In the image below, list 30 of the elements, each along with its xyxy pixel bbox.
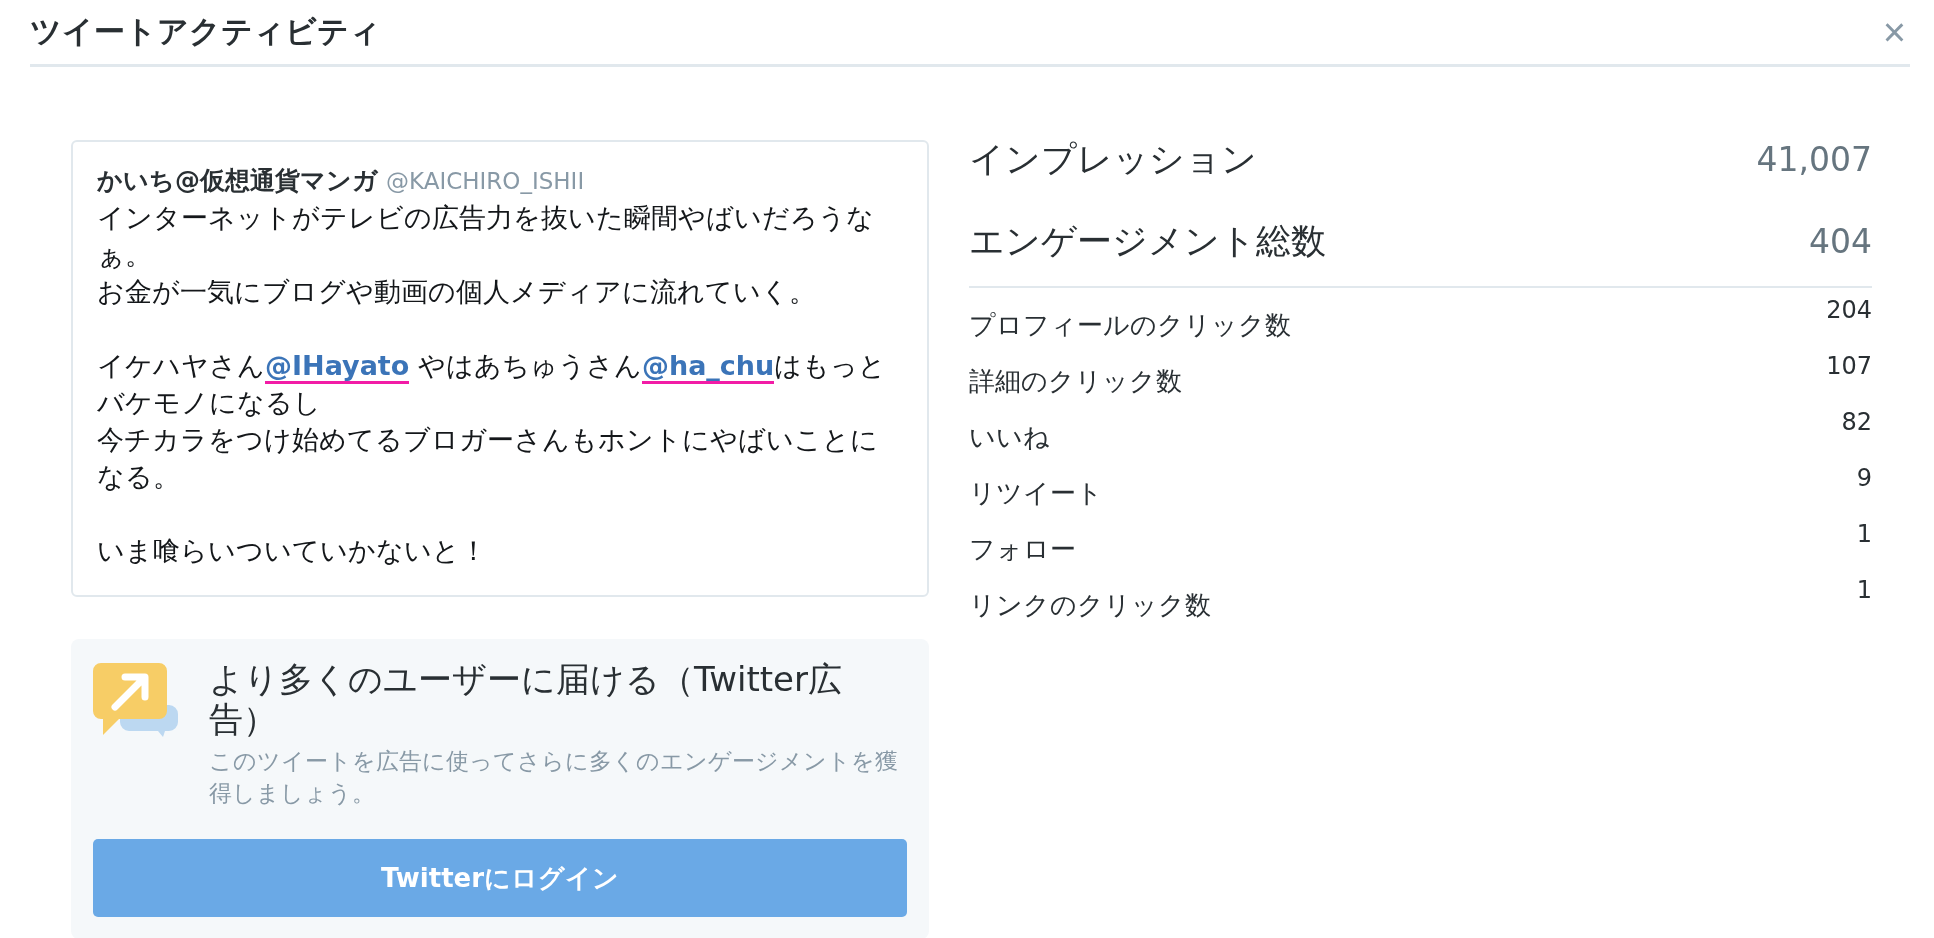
metric-value: 204 — [1826, 296, 1872, 324]
metric-value: 1 — [1856, 576, 1872, 604]
metric-label: プロフィールのクリック数 — [969, 309, 1291, 342]
metric-value: 9 — [1856, 464, 1872, 492]
author-handle[interactable]: @KAICHIRO_ISHII — [386, 168, 585, 194]
metric-value: 82 — [1841, 408, 1872, 436]
metric-label: いいね — [969, 421, 1050, 454]
metric-value: 404 — [1809, 221, 1872, 261]
metric-value: 107 — [1826, 352, 1872, 380]
tweet-text: イケハヤさん@IHayato やはあちゅうさん@ha_chuはもっとバケモノになるし — [97, 349, 888, 420]
promo-description: このツイートを広告に使ってさらに多くのエンゲージメントを獲得しましょう。 — [209, 747, 899, 808]
metric-label: 詳細のクリック数 — [969, 365, 1182, 398]
metric-label: エンゲージメント総数 — [969, 219, 1326, 263]
metric-label: フォロー — [969, 533, 1076, 566]
mention-link[interactable]: @IHayato — [265, 350, 410, 384]
metric-label: リツイート — [969, 477, 1103, 510]
metric-value: 41,007 — [1756, 139, 1872, 179]
login-button[interactable]: Twitterにログイン — [93, 839, 907, 917]
close-button[interactable]: × — [1878, 12, 1910, 52]
author-name[interactable]: かいち@仮想通貨マンガ — [97, 164, 378, 197]
tweet-text: いま喰らいついていかないと！ — [97, 534, 488, 568]
metric-label: リンクのクリック数 — [969, 589, 1211, 622]
tweet-text: お金が一気にブログや動画の個人メディアに流れていく。 — [97, 275, 817, 309]
promo-title: より多くのユーザーに届ける（Twitter広告） — [209, 659, 843, 739]
mention-link[interactable]: @ha_chu — [641, 350, 775, 384]
tweet-text: インターネットがテレビの広告力を抜いた瞬間やばいだろうなぁ。 — [97, 201, 875, 272]
metric-value: 1 — [1856, 520, 1872, 548]
dialog-title: ツイートアクティビティ — [30, 12, 381, 51]
tweet-text: 今チカラをつけ始めてるブロガーさんもホントにやばいことになる。 — [97, 423, 879, 494]
metric-label: インプレッション — [969, 137, 1257, 181]
